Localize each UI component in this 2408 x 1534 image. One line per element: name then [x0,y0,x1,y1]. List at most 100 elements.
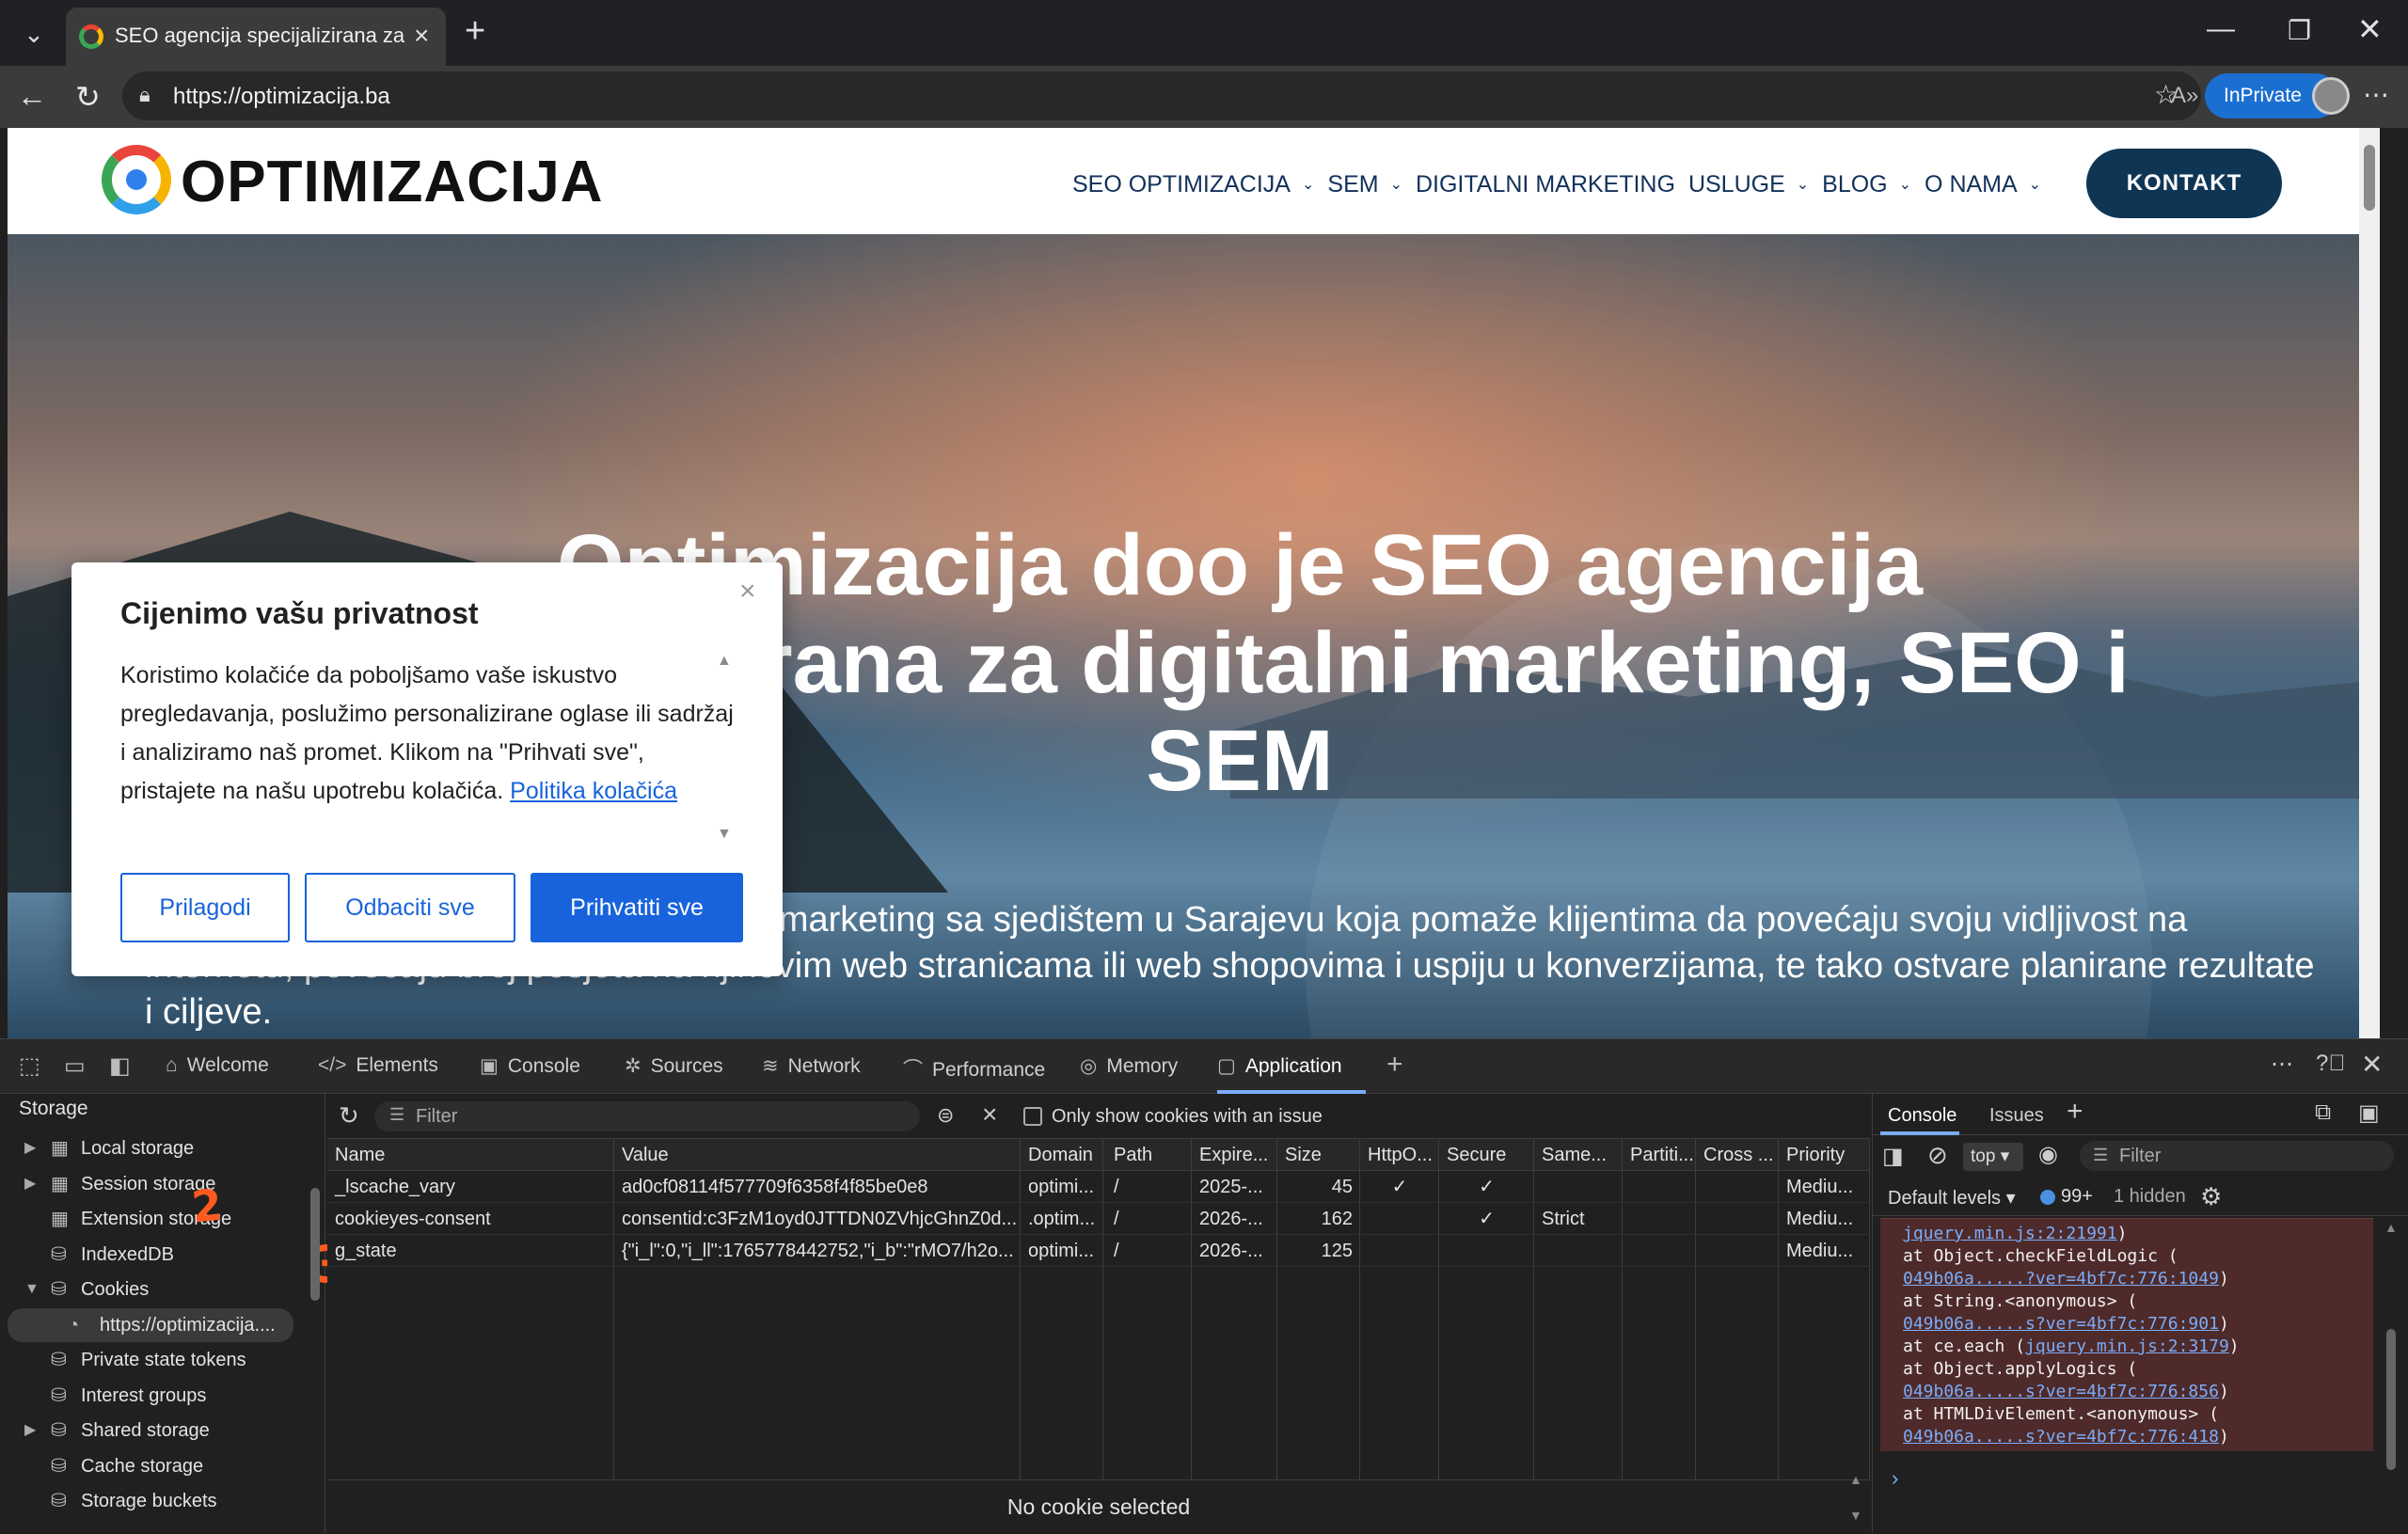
sidebar-item-interest-groups[interactable]: ⛁ Interest groups [0,1379,301,1413]
column-header[interactable]: Secure [1439,1139,1534,1171]
plus-icon[interactable]: + [465,11,485,52]
inspect-icon[interactable]: ⬚ [19,1052,40,1080]
tab-console[interactable]: ▣ Console [480,1054,580,1078]
log-levels-select[interactable]: Default levels ▾ [1888,1186,2016,1210]
favorites-icon[interactable]: ☆ [2154,79,2178,110]
device-icon[interactable]: ▭ [64,1052,86,1080]
more-icon[interactable]: ⋯ [2271,1051,2293,1078]
sidebar-item-private-state-tokens[interactable]: ⛁ Private state tokens [0,1343,301,1377]
scrollbar-thumb[interactable] [2364,145,2375,211]
context-select[interactable]: top ▾ [1963,1143,2023,1171]
back-icon[interactable]: ← [17,79,47,114]
restore-icon[interactable]: ❐ [2288,15,2311,46]
tab-performance[interactable]: ⌒ Performance [903,1054,1045,1083]
column-header[interactable]: Same... [1534,1139,1623,1171]
sidebar-item-session-storage[interactable]: ▶ ▦ Session storage [0,1167,301,1201]
source-link[interactable]: 049b06a.....s?ver=4bf7c:776:418 [1903,1427,2219,1447]
tab-sources[interactable]: ✲ Sources [625,1054,723,1078]
contact-button[interactable]: KONTAKT [2086,149,2282,218]
source-link[interactable]: 049b06a.....?ver=4bf7c:776:1049 [1903,1269,2219,1289]
close-icon[interactable]: × [739,576,756,608]
sidebar-item-local-storage[interactable]: ▶ ▦ Local storage [0,1131,301,1165]
help-icon[interactable]: ?⃝ [2316,1051,2345,1077]
undock-icon[interactable]: ▣ [2358,1099,2380,1127]
sidebar-scrollbar[interactable] [307,1094,324,1533]
column-header[interactable]: Value [614,1139,1021,1171]
clear-console-icon[interactable]: ⊘ [1927,1141,1948,1170]
caret-right-icon[interactable]: ▶ [24,1414,36,1447]
sidebar-item-extension-storage[interactable]: ▦ Extension storage [0,1202,301,1236]
table-row[interactable]: cookieyes-consent consentid:c3FzM1oyd0JTT… [327,1203,1870,1235]
source-link[interactable]: 049b06a.....s?ver=4bf7c:776:901 [1903,1314,2219,1334]
column-header[interactable]: Partiti... [1623,1139,1696,1171]
scrollbar-thumb[interactable] [2386,1329,2396,1470]
scroll-up-icon[interactable]: ▲ [717,653,732,670]
reload-icon[interactable]: ↻ [75,79,101,115]
logo-text[interactable]: OPTIMIZACIJA [181,149,603,215]
eye-icon[interactable]: ◉ [2038,1141,2058,1168]
nav-item-digitalni-marketing[interactable]: DIGITALNI MARKETING [1416,166,1675,203]
sidebar-item-cache-storage[interactable]: ⛁ Cache storage [0,1449,301,1483]
caret-down-icon[interactable]: ▼ [24,1273,40,1306]
more-icon[interactable]: ⋯ [2363,79,2389,110]
plus-icon[interactable]: + [1386,1049,1403,1081]
dock-icon[interactable]: ⧉ [2315,1099,2331,1126]
plus-icon[interactable]: + [2067,1096,2083,1128]
tab-welcome[interactable]: ⌂ Welcome [166,1054,269,1077]
nav-item-usluge[interactable]: USLUGE ⌄ [1688,166,1809,203]
sidebar-item-shared-storage[interactable]: ▶ ⛁ Shared storage [0,1414,301,1447]
nav-item-o-nama[interactable]: O NAMA ⌄ [1925,166,2041,203]
column-header[interactable]: Name [327,1139,614,1171]
tab-console[interactable]: Console [1888,1105,1956,1127]
caret-right-icon[interactable]: ▶ [24,1167,36,1201]
cookie-policy-link[interactable]: Politika kolačića [510,778,677,804]
column-header[interactable]: Size [1277,1139,1360,1171]
clear-filtered-icon[interactable]: ⊜ [937,1103,954,1128]
avatar[interactable] [2312,77,2350,115]
column-header[interactable]: Domain [1021,1139,1103,1171]
table-row[interactable]: g_state {"i_l":0,"i_ll":1765778442752,"i_… [327,1235,1870,1267]
scrollbar-thumb[interactable] [310,1188,320,1301]
dock-icon[interactable]: ◧ [109,1052,131,1080]
tab-list-icon[interactable]: ⌄ [13,13,55,55]
tab-memory[interactable]: ◎ Memory [1080,1054,1178,1078]
accept-all-button[interactable]: Prihvatiti sve [531,873,743,942]
sidebar-item-cookies[interactable]: ▼ ⛁ Cookies [0,1273,301,1306]
scroll-up-icon[interactable]: ▲ [1849,1472,1862,1487]
sidebar-item-https-optimizacija[interactable]: ◔ https://optimizacija.... [8,1307,293,1342]
reject-all-button[interactable]: Odbaciti sve [305,873,515,942]
tab-issues[interactable]: Issues [1989,1105,2044,1127]
caret-right-icon[interactable]: ▶ [24,1131,36,1165]
tab-elements[interactable]: </> Elements [318,1054,438,1077]
tab-application[interactable]: ▢ Application [1217,1054,1342,1078]
only-issues-checkbox[interactable] [1023,1107,1042,1126]
window-close-icon[interactable]: ✕ [2357,11,2383,47]
message-count[interactable]: 99+ [2061,1186,2093,1208]
console-prompt[interactable]: › [1892,1466,1898,1491]
source-link[interactable]: jquery.min.js:2:3179 [2025,1336,2229,1356]
column-header[interactable]: Expire... [1192,1139,1277,1171]
nav-item-blog[interactable]: BLOG ⌄ [1822,166,1911,203]
close-icon[interactable]: × [414,21,429,51]
scroll-down-icon[interactable]: ▼ [1849,1508,1862,1523]
sidebar-item-indexeddb[interactable]: ⛁ IndexedDB [0,1238,301,1272]
sidebar-item-storage-buckets[interactable]: ⛁ Storage buckets [0,1484,301,1518]
table-row[interactable]: _lscache_vary ad0cf08114f577709f6358f4f85… [327,1171,1870,1203]
column-header[interactable]: Path [1106,1139,1192,1171]
lock-icon[interactable]: 🔒︎ [139,83,150,107]
scroll-down-icon[interactable]: ▼ [717,826,732,843]
minimize-icon[interactable]: — [2207,13,2235,45]
address-bar[interactable]: 🔒︎ https://optimizacija.ba A» ★ [122,71,2240,120]
delete-icon[interactable]: × [982,1099,997,1130]
active-tab[interactable]: SEO agencija specijalizirana za dig × [66,8,446,66]
url-text[interactable]: https://optimizacija.ba [173,84,390,110]
tab-network[interactable]: ≋ Network [762,1054,861,1078]
sidebar-icon[interactable]: ◨ [1882,1143,1904,1170]
gear-icon[interactable]: ⚙ [2200,1182,2222,1211]
nav-item-seo-optimizacija[interactable]: SEO OPTIMIZACIJA ⌄ [1072,166,1314,203]
refresh-icon[interactable]: ↻ [339,1101,359,1131]
nav-item-sem[interactable]: SEM ⌄ [1327,166,1402,203]
source-link[interactable]: 049b06a.....s?ver=4bf7c:776:856 [1903,1382,2219,1401]
column-header[interactable]: Cross ... [1696,1139,1779,1171]
page-scrollbar[interactable] [2359,128,2380,1038]
